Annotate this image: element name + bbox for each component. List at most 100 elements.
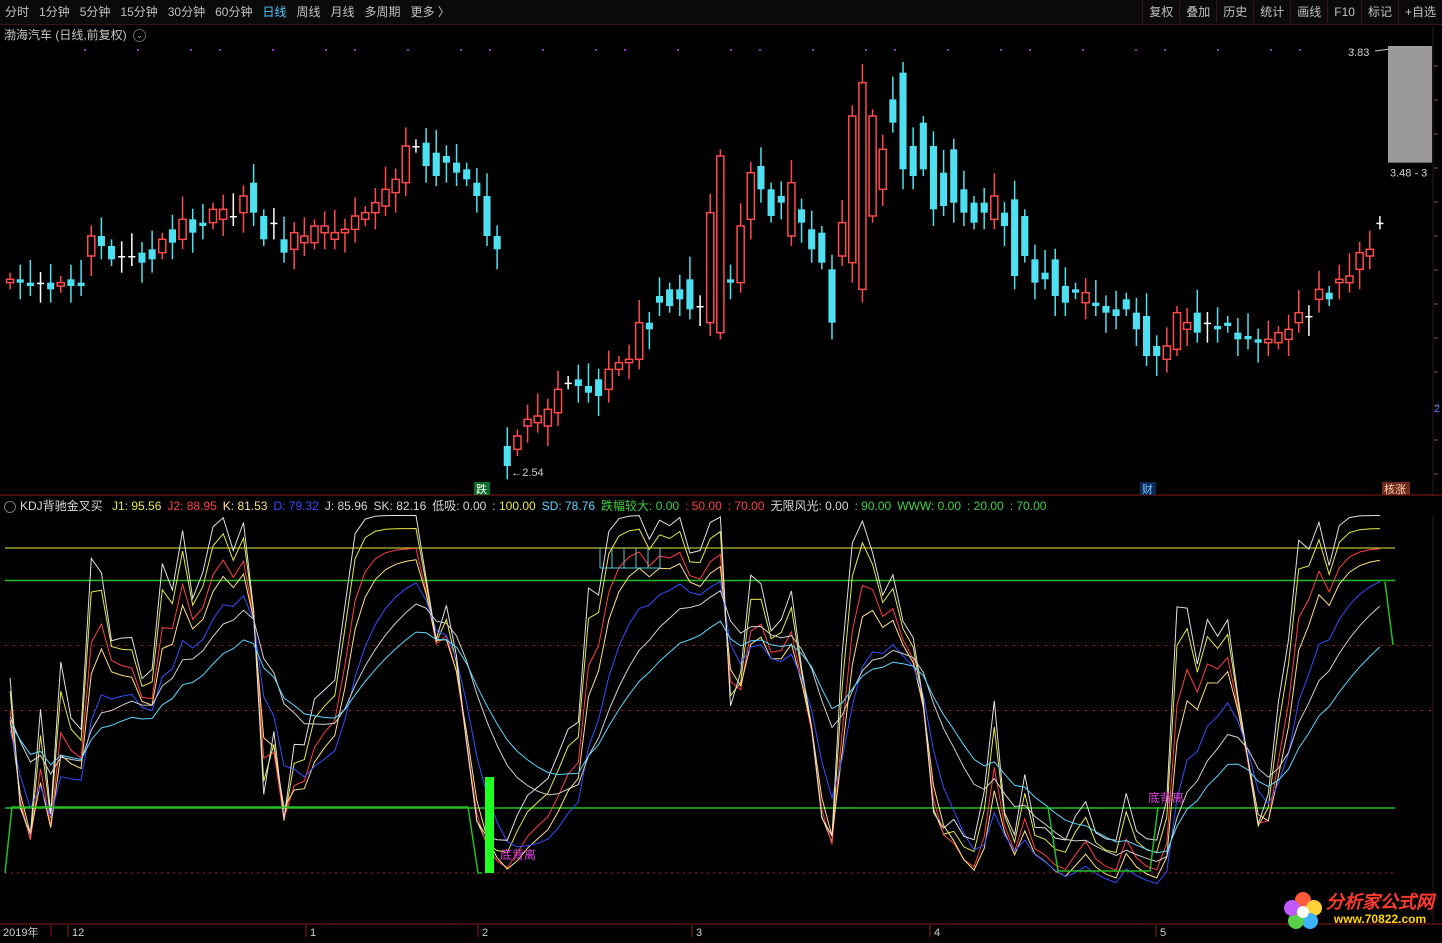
indicator-name[interactable]: KDJ背驰金叉买 [20, 499, 103, 513]
candlestick[interactable] [686, 256, 694, 320]
candlestick[interactable] [950, 138, 958, 223]
candlestick[interactable] [250, 164, 258, 226]
candlestick[interactable] [138, 242, 146, 283]
candlestick[interactable] [270, 208, 278, 240]
candlestick[interactable] [300, 217, 309, 256]
candlestick[interactable] [716, 149, 725, 340]
candlestick[interactable] [645, 312, 653, 350]
candlestick[interactable] [513, 429, 522, 456]
event-tag[interactable]: 跌 [474, 482, 490, 496]
settings-circle-icon[interactable] [4, 500, 16, 513]
candlestick[interactable] [1071, 282, 1080, 300]
candlestick[interactable] [940, 150, 948, 216]
candlestick[interactable] [1021, 209, 1029, 263]
tool-button[interactable]: 标记 [1360, 1, 1398, 23]
candlestick[interactable] [553, 370, 563, 426]
candlestick[interactable] [56, 276, 66, 293]
candlestick[interactable] [595, 368, 603, 416]
candlestick[interactable] [808, 210, 816, 263]
period-tab[interactable]: 周线 [291, 1, 325, 23]
candlestick[interactable] [604, 350, 614, 403]
candlestick[interactable] [899, 62, 907, 190]
candlestick[interactable] [1203, 312, 1211, 343]
candlestick[interactable] [889, 76, 897, 133]
candlestick[interactable] [1081, 278, 1090, 320]
candlestick[interactable] [1142, 293, 1151, 366]
candlestick[interactable] [189, 208, 197, 253]
candlestick[interactable] [1011, 180, 1019, 290]
candlestick[interactable] [1335, 264, 1344, 300]
tool-button[interactable]: 历史 [1216, 1, 1253, 23]
candlestick[interactable] [1051, 248, 1059, 316]
candlestick[interactable] [1162, 327, 1172, 373]
candlestick[interactable] [787, 160, 796, 246]
period-tab[interactable]: 15分钟 [115, 1, 162, 23]
candlestick[interactable] [1294, 290, 1304, 333]
candlestick[interactable] [422, 128, 430, 183]
period-tab[interactable]: 月线 [326, 1, 360, 23]
candlestick[interactable] [47, 264, 55, 303]
tool-button[interactable]: 复权 [1142, 1, 1179, 23]
candlestick[interactable] [199, 204, 207, 240]
tool-button[interactable]: F10 [1327, 1, 1361, 23]
candlestick[interactable] [483, 173, 491, 246]
candlestick[interactable] [666, 282, 674, 313]
candlestick[interactable] [828, 254, 836, 340]
candlestick[interactable] [463, 162, 471, 186]
tool-button[interactable]: +自选 [1397, 1, 1442, 23]
period-tab[interactable]: 多周期 [360, 1, 406, 23]
candlestick[interactable] [1172, 306, 1182, 356]
candlestick[interactable] [1224, 316, 1232, 333]
candlestick[interactable] [229, 193, 237, 226]
candlestick[interactable] [1031, 244, 1039, 300]
candlestick[interactable] [493, 225, 501, 270]
candlestick[interactable] [473, 168, 481, 213]
candlestick[interactable] [1092, 280, 1100, 316]
period-tab[interactable]: 日线 [257, 1, 291, 23]
candlestick[interactable] [960, 170, 968, 226]
candlestick[interactable] [990, 173, 999, 230]
candlestick[interactable] [157, 232, 167, 260]
period-tab[interactable]: 30分钟 [163, 1, 210, 23]
period-tab[interactable]: 60分钟 [210, 1, 257, 23]
candlestick[interactable] [1112, 290, 1120, 330]
period-tab[interactable]: 1分钟 [34, 1, 75, 23]
period-tab[interactable]: 更多 〉 [406, 1, 455, 23]
candlestick[interactable] [340, 218, 350, 253]
candlestick[interactable] [1214, 307, 1222, 343]
candlestick[interactable] [1193, 290, 1201, 343]
candlestick[interactable] [1305, 305, 1313, 336]
candlestick[interactable] [148, 230, 156, 273]
tool-button[interactable]: 统计 [1253, 1, 1290, 23]
period-tab[interactable]: 分时 [0, 1, 34, 23]
candlestick[interactable] [1102, 295, 1110, 333]
candlestick[interactable] [5, 272, 15, 290]
candlestick[interactable] [1182, 308, 1192, 346]
candlestick[interactable] [1314, 270, 1324, 313]
candlestick[interactable] [1365, 230, 1375, 270]
candlestick[interactable] [391, 168, 400, 213]
candlestick[interactable] [818, 226, 826, 270]
candlestick[interactable] [1376, 216, 1384, 230]
candlestick[interactable] [77, 260, 85, 296]
candlestick[interactable] [624, 344, 634, 380]
candlestick[interactable] [533, 393, 543, 433]
candlestick[interactable] [67, 264, 75, 303]
candlestick[interactable] [371, 188, 380, 230]
period-tab[interactable]: 5分钟 [75, 1, 116, 23]
candlestick[interactable] [980, 188, 988, 230]
candlestick[interactable] [696, 295, 704, 326]
tool-button[interactable]: 画线 [1290, 1, 1327, 23]
candlestick[interactable] [1000, 202, 1009, 246]
candlestick[interactable] [837, 200, 847, 266]
candlestick[interactable] [432, 130, 440, 186]
candlestick[interactable] [239, 185, 248, 233]
candlestick[interactable] [736, 203, 745, 293]
candlestick[interactable] [1254, 328, 1262, 363]
candlestick[interactable] [412, 139, 420, 153]
candlestick[interactable] [381, 166, 390, 216]
candlestick[interactable] [16, 264, 24, 300]
candlestick[interactable] [1041, 250, 1049, 290]
candlestick[interactable] [868, 109, 877, 223]
candlestick[interactable] [655, 277, 664, 316]
